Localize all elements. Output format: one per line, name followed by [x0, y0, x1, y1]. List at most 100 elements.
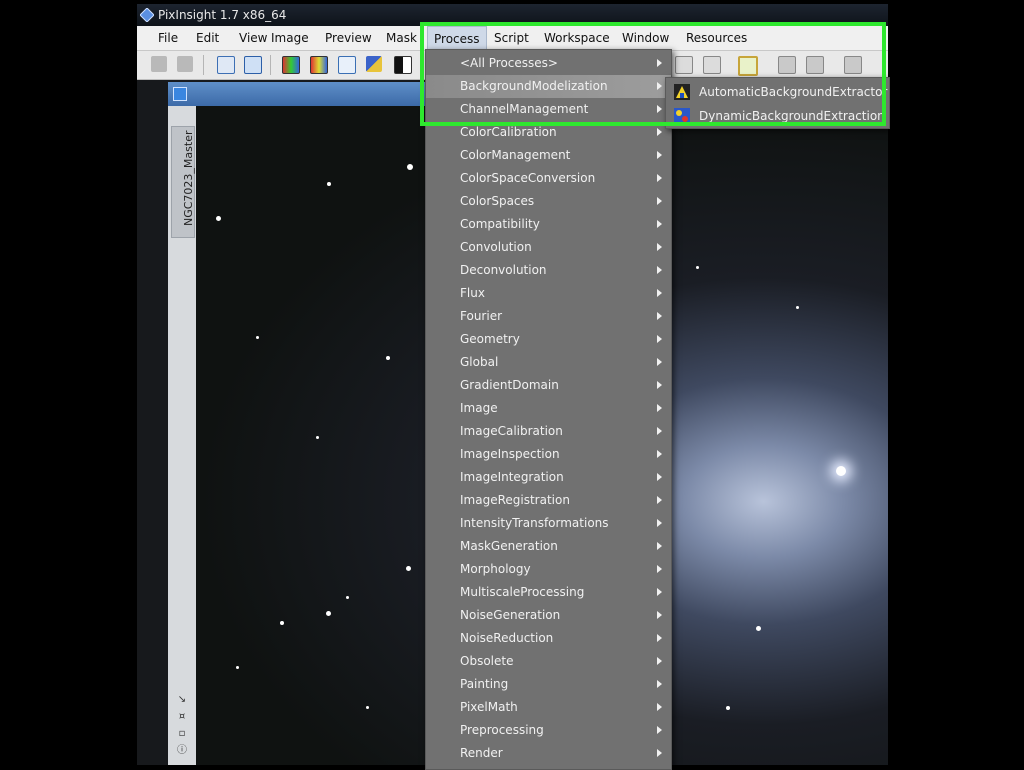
star [406, 566, 411, 571]
menu-item-gradient-domain[interactable]: GradientDomain [426, 374, 671, 397]
menu-item-color-management[interactable]: ColorManagement [426, 144, 671, 167]
chevron-right-icon [657, 358, 662, 366]
view-tab-label: NGC7023_Master [182, 130, 195, 227]
chevron-right-icon [657, 450, 662, 458]
chevron-right-icon [657, 174, 662, 182]
menu-item-global[interactable]: Global [426, 351, 671, 374]
shade-icon[interactable]: ▫ [176, 728, 188, 740]
submenu-item-dynamic-background-extraction[interactable]: DynamicBackgroundExtraction [666, 104, 889, 128]
star [366, 706, 369, 709]
toolbar-separator [203, 55, 204, 75]
chevron-right-icon [657, 335, 662, 343]
chevron-right-icon [657, 726, 662, 734]
star [386, 356, 390, 360]
chevron-right-icon [657, 381, 662, 389]
menu-item-flux[interactable]: Flux [426, 282, 671, 305]
identifier-icon[interactable] [217, 56, 235, 74]
menu-item-image-inspection[interactable]: ImageInspection [426, 443, 671, 466]
fit-view-icon[interactable] [844, 56, 862, 74]
chevron-right-icon [657, 519, 662, 527]
menu-item-mask-generation[interactable]: MaskGeneration [426, 535, 671, 558]
menu-item-color-calibration[interactable]: ColorCalibration [426, 121, 671, 144]
menu-item-morphology[interactable]: Morphology [426, 558, 671, 581]
chevron-right-icon [657, 243, 662, 251]
clone-view-icon[interactable] [244, 56, 262, 74]
chevron-right-icon [657, 404, 662, 412]
chevron-right-icon [657, 105, 662, 113]
chevron-right-icon [657, 59, 662, 67]
chevron-right-icon [657, 657, 662, 665]
menu-window[interactable]: Window [616, 26, 675, 50]
menu-item-color-space-conversion[interactable]: ColorSpaceConversion [426, 167, 671, 190]
menu-item-convolution[interactable]: Convolution [426, 236, 671, 259]
chevron-right-icon [657, 197, 662, 205]
menu-item-obsolete[interactable]: Obsolete [426, 650, 671, 673]
menu-item-intensity-transformations[interactable]: IntensityTransformations [426, 512, 671, 535]
menu-edit[interactable]: Edit [190, 26, 225, 50]
pin-icon[interactable]: ¤ [176, 711, 188, 723]
star [407, 164, 413, 170]
menu-process[interactable]: Process [427, 26, 487, 50]
menu-item-preprocessing[interactable]: Preprocessing [426, 719, 671, 742]
star [256, 336, 259, 339]
menu-item-all-processes[interactable]: <All Processes> [426, 52, 671, 75]
star [726, 706, 730, 710]
menu-item-image[interactable]: Image [426, 397, 671, 420]
rgb-channels-icon[interactable] [282, 56, 300, 74]
stf-icon[interactable] [366, 56, 382, 72]
zoom-in-icon[interactable] [778, 56, 796, 74]
info-icon[interactable]: ⓘ [176, 745, 188, 757]
menu-image[interactable]: Image [265, 26, 315, 50]
menu-item-painting[interactable]: Painting [426, 673, 671, 696]
menu-item-render[interactable]: Render [426, 742, 671, 765]
chevron-right-icon [657, 496, 662, 504]
menu-item-noise-generation[interactable]: NoiseGeneration [426, 604, 671, 627]
menu-item-color-spaces[interactable]: ColorSpaces [426, 190, 671, 213]
submenu-item-automatic-background-extractor[interactable]: AutomaticBackgroundExtractor [666, 80, 889, 104]
menu-item-image-calibration[interactable]: ImageCalibration [426, 420, 671, 443]
undo-icon[interactable] [151, 56, 167, 72]
chevron-right-icon [657, 749, 662, 757]
star [346, 596, 349, 599]
chevron-right-icon [657, 220, 662, 228]
chevron-right-icon [657, 634, 662, 642]
menu-item-deconvolution[interactable]: Deconvolution [426, 259, 671, 282]
menu-workspace[interactable]: Workspace [538, 26, 616, 50]
menu-item-multiscale-processing[interactable]: MultiscaleProcessing [426, 581, 671, 604]
menu-item-fourier[interactable]: Fourier [426, 305, 671, 328]
menu-item-image-registration[interactable]: ImageRegistration [426, 489, 671, 512]
star [836, 466, 846, 476]
new-preview-icon[interactable] [338, 56, 356, 74]
pixinsight-logo-icon [140, 8, 154, 22]
menu-item-noise-reduction[interactable]: NoiseReduction [426, 627, 671, 650]
zoom-out-icon[interactable] [806, 56, 824, 74]
star [796, 306, 799, 309]
menu-mask[interactable]: Mask [380, 26, 423, 50]
menu-preview[interactable]: Preview [319, 26, 378, 50]
star [696, 266, 699, 269]
menu-item-pixel-math[interactable]: PixelMath [426, 696, 671, 719]
menu-item-compatibility[interactable]: Compatibility [426, 213, 671, 236]
menu-item-geometry[interactable]: Geometry [426, 328, 671, 351]
menu-script[interactable]: Script [488, 26, 535, 50]
redo-icon[interactable] [177, 56, 193, 72]
shrink-icon[interactable]: ↘ [176, 694, 188, 706]
menu-item-channel-management[interactable]: ChannelManagement [426, 98, 671, 121]
chevron-right-icon [657, 703, 662, 711]
menu-item-background-modelization[interactable]: BackgroundModelization [426, 75, 671, 98]
menu-item-image-integration[interactable]: ImageIntegration [426, 466, 671, 489]
menu-resources[interactable]: Resources [680, 26, 753, 50]
chevron-right-icon [657, 128, 662, 136]
paste-icon[interactable] [703, 56, 721, 74]
menu-bar: File Edit View Image Preview Mask Proces… [137, 26, 888, 51]
chevron-right-icon [657, 312, 662, 320]
mask-toggle-icon[interactable] [394, 56, 412, 74]
channel-selector-icon[interactable] [310, 56, 328, 74]
star [280, 621, 284, 625]
menu-file[interactable]: File [152, 26, 184, 50]
dbe-icon [674, 108, 690, 124]
chevron-right-icon [657, 82, 662, 90]
copy-icon[interactable] [675, 56, 693, 74]
chevron-right-icon [657, 473, 662, 481]
process-explorer-icon[interactable] [738, 56, 758, 76]
